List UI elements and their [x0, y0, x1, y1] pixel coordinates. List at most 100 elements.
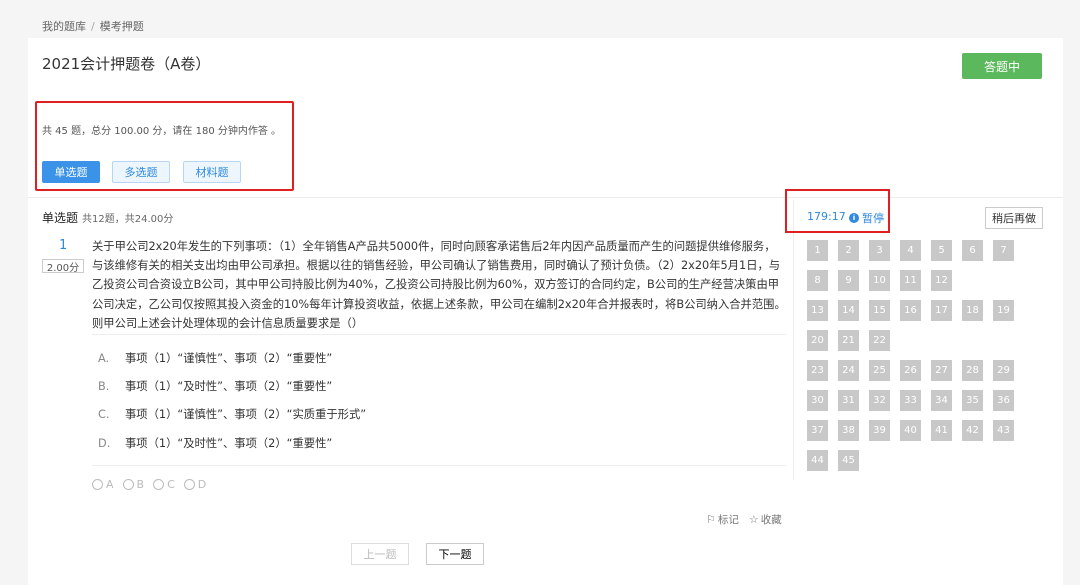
question-number-cell[interactable]: 5 — [931, 240, 952, 261]
section-name: 单选题 — [42, 211, 79, 225]
radio-d[interactable]: D — [183, 478, 207, 491]
answer-radio-group: A B C D — [92, 478, 206, 491]
question-score: 2.00分 — [42, 259, 84, 274]
favorite-button[interactable]: ☆ 收藏 — [749, 512, 782, 527]
divider — [793, 200, 794, 480]
radio-label: D — [197, 478, 207, 491]
countdown-timer: 179:17 — [807, 210, 846, 223]
question-number-cell[interactable]: 35 — [962, 390, 983, 411]
question-number-cell[interactable]: 32 — [869, 390, 890, 411]
section-title: 单选题 共12题，共24.00分 — [42, 209, 173, 226]
info-circle-icon: ⅱ — [849, 213, 859, 223]
option-letter: B. — [98, 380, 110, 393]
question-number-cell[interactable]: 8 — [807, 270, 828, 291]
question-number-cell[interactable]: 44 — [807, 450, 828, 471]
question-number-cell[interactable]: 7 — [993, 240, 1014, 261]
option-b[interactable]: B. 事项（1）“及时性”、事项（2）“重要性” — [98, 378, 332, 394]
radio-circle-icon — [92, 479, 103, 490]
radio-circle-icon — [183, 479, 195, 490]
question-number: 1 — [59, 238, 68, 253]
next-question-button[interactable]: 下一题 — [426, 543, 484, 565]
question-number-cell[interactable]: 37 — [807, 420, 828, 441]
question-number-cell[interactable]: 33 — [900, 390, 921, 411]
question-number-cell[interactable]: 29 — [993, 360, 1014, 381]
question-number-cell[interactable]: 12 — [931, 270, 952, 291]
option-d[interactable]: D. 事项（1）“及时性”、事项（2）“重要性” — [98, 435, 332, 451]
question-stem: 关于甲公司2x20年发生的下列事项：（1）全年销售A产品共5000件，同时向顾客… — [92, 240, 786, 330]
do-later-button[interactable]: 稍后再做 — [985, 207, 1043, 229]
question-number-cell[interactable]: 27 — [931, 360, 952, 381]
option-letter: A. — [98, 352, 110, 365]
mark-label: 标记 — [717, 514, 739, 526]
radio-circle-icon — [153, 479, 165, 490]
question-number-cell[interactable]: 17 — [931, 300, 952, 321]
question-number-cell[interactable]: 38 — [838, 420, 859, 441]
question-number-cell[interactable]: 40 — [900, 420, 921, 441]
option-letter: D. — [98, 437, 111, 450]
breadcrumb: 我的题库 / 模考押题 — [42, 18, 144, 34]
pause-button[interactable]: ⅱ 暂停 — [849, 210, 884, 226]
question-number-cell[interactable]: 10 — [869, 270, 890, 291]
divider — [92, 465, 786, 466]
question-number-cell[interactable]: 22 — [869, 330, 890, 351]
exam-summary: 共 45 题，总分 100.00 分，请在 180 分钟内作答 。 — [42, 126, 282, 137]
page-title: 2021会计押题卷（A卷） — [42, 55, 211, 73]
question-number-cell[interactable]: 43 — [993, 420, 1014, 441]
question-number-cell[interactable]: 1 — [807, 240, 828, 261]
mark-button[interactable]: ⚐ 标记 — [706, 512, 739, 527]
question-number-cell[interactable]: 41 — [931, 420, 952, 441]
radio-circle-icon — [122, 479, 134, 490]
question-number-cell[interactable]: 34 — [931, 390, 952, 411]
question-number-cell[interactable]: 42 — [962, 420, 983, 441]
star-icon: ☆ — [748, 513, 759, 526]
prev-question-button[interactable]: 上一题 — [351, 543, 409, 565]
question-number-cell[interactable]: 19 — [993, 300, 1014, 321]
tab-single-choice[interactable]: 单选题 — [42, 161, 100, 183]
radio-a[interactable]: A — [92, 478, 114, 491]
option-c[interactable]: C. 事项（1）“谨慎性”、事项（2）“实质重于形式” — [98, 406, 366, 422]
question-number-cell[interactable]: 36 — [993, 390, 1014, 411]
question-number-cell[interactable]: 23 — [807, 360, 828, 381]
question-number-cell[interactable]: 39 — [869, 420, 890, 441]
question-number-cell[interactable]: 9 — [838, 270, 859, 291]
question-number-cell[interactable]: 21 — [838, 330, 859, 351]
question-number-cell[interactable]: 2 — [838, 240, 859, 261]
breadcrumb-separator: / — [91, 20, 95, 33]
radio-c[interactable]: C — [153, 478, 175, 491]
question-number-cell[interactable]: 15 — [869, 300, 890, 321]
option-text: 事项（1）“及时性”、事项（2）“重要性” — [125, 437, 333, 450]
radio-label: B — [136, 478, 145, 491]
option-letter: C. — [98, 408, 110, 421]
answering-status-button[interactable]: 答题中 — [962, 53, 1042, 79]
question-number-cell[interactable]: 11 — [900, 270, 921, 291]
question-number-cell[interactable]: 24 — [838, 360, 859, 381]
question-number-cell[interactable]: 14 — [838, 300, 859, 321]
question-number-cell[interactable]: 30 — [807, 390, 828, 411]
question-number-cell[interactable]: 13 — [807, 300, 828, 321]
option-a[interactable]: A. 事项（1）“谨慎性”、事项（2）“重要性” — [98, 350, 332, 366]
option-text: 事项（1）“谨慎性”、事项（2）“重要性” — [125, 352, 333, 365]
tab-multiple-choice[interactable]: 多选题 — [112, 161, 170, 183]
question-number-cell[interactable]: 25 — [869, 360, 890, 381]
radio-label: A — [106, 478, 114, 491]
question-number-cell[interactable]: 16 — [900, 300, 921, 321]
divider — [92, 334, 786, 335]
breadcrumb-current: 模考押题 — [99, 20, 144, 33]
question-number-cell[interactable]: 20 — [807, 330, 828, 351]
tab-material[interactable]: 材料题 — [183, 161, 241, 183]
question-number-cell[interactable]: 3 — [869, 240, 890, 261]
question-actions: ⚐ 标记 ☆ 收藏 — [706, 512, 782, 527]
question-number-cell[interactable]: 4 — [900, 240, 921, 261]
question-number-cell[interactable]: 6 — [962, 240, 983, 261]
pause-label: 暂停 — [862, 212, 884, 225]
radio-b[interactable]: B — [122, 478, 145, 491]
question-number-cell[interactable]: 45 — [838, 450, 859, 471]
question-number-cell[interactable]: 26 — [900, 360, 921, 381]
favorite-label: 收藏 — [760, 514, 782, 526]
question-number-cell[interactable]: 28 — [962, 360, 983, 381]
question-number-cell[interactable]: 31 — [838, 390, 859, 411]
option-text: 事项（1）“谨慎性”、事项（2）“实质重于形式” — [125, 408, 367, 421]
question-number-cell[interactable]: 18 — [962, 300, 983, 321]
radio-label: C — [167, 478, 175, 491]
breadcrumb-home[interactable]: 我的题库 — [42, 20, 86, 33]
